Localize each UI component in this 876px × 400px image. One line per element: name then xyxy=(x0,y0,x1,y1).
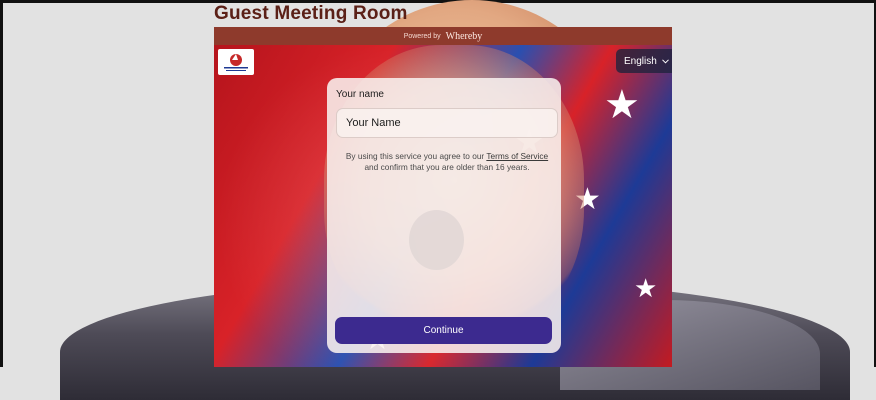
powered-by-text: Powered by xyxy=(403,32,441,40)
continue-button[interactable]: Continue xyxy=(335,317,552,344)
language-selector[interactable]: English xyxy=(616,49,672,73)
star-icon: ★ xyxy=(604,83,640,127)
language-label: English xyxy=(624,55,657,67)
join-form-card: Your name By using this service you agre… xyxy=(327,78,561,353)
left-border xyxy=(0,0,3,367)
top-border xyxy=(0,0,876,3)
whereby-brand: Whereby xyxy=(445,30,483,42)
star-icon: ★ xyxy=(634,273,658,303)
chevron-down-icon xyxy=(661,58,669,64)
name-input[interactable] xyxy=(336,108,558,138)
powered-by-bar: Powered by Whereby xyxy=(214,27,672,45)
terms-notice: By using this service you agree to our T… xyxy=(336,151,558,173)
ship-logo-icon xyxy=(224,54,248,71)
org-logo xyxy=(218,49,254,75)
whereby-embed: Powered by Whereby ★ ★ ★ ★ ★ English You… xyxy=(214,27,672,367)
terms-of-service-link[interactable]: Terms of Service xyxy=(486,151,548,161)
page-title: Guest Meeting Room xyxy=(214,3,408,24)
terms-suffix: and confirm that you are older than 16 y… xyxy=(364,162,530,172)
name-label: Your name xyxy=(336,89,384,100)
terms-prefix: By using this service you agree to our xyxy=(345,151,485,161)
